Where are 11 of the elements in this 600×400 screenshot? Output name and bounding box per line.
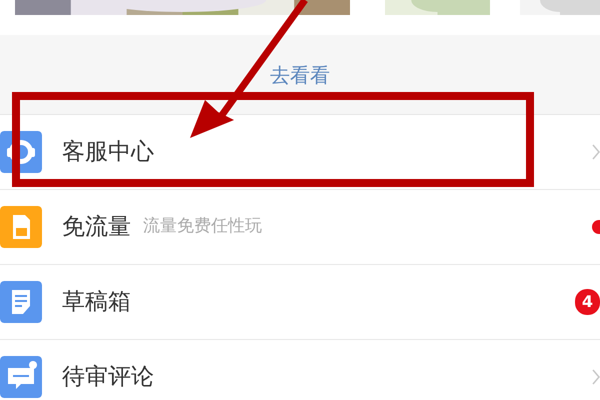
sim-card-icon (0, 206, 42, 248)
chevron-icon (592, 369, 600, 385)
count-badge: 4 (574, 289, 600, 315)
menu-label: 草稿箱 (62, 288, 131, 317)
chevron-icon (592, 144, 600, 160)
comment-icon (0, 356, 42, 398)
menu-label: 免流量 (62, 212, 131, 242)
menu-label: 待审评论 (62, 362, 154, 392)
menu-subtitle: 流量免费任性玩 (143, 215, 262, 238)
menu-label: 客服中心 (62, 138, 154, 167)
document-icon (0, 281, 42, 323)
